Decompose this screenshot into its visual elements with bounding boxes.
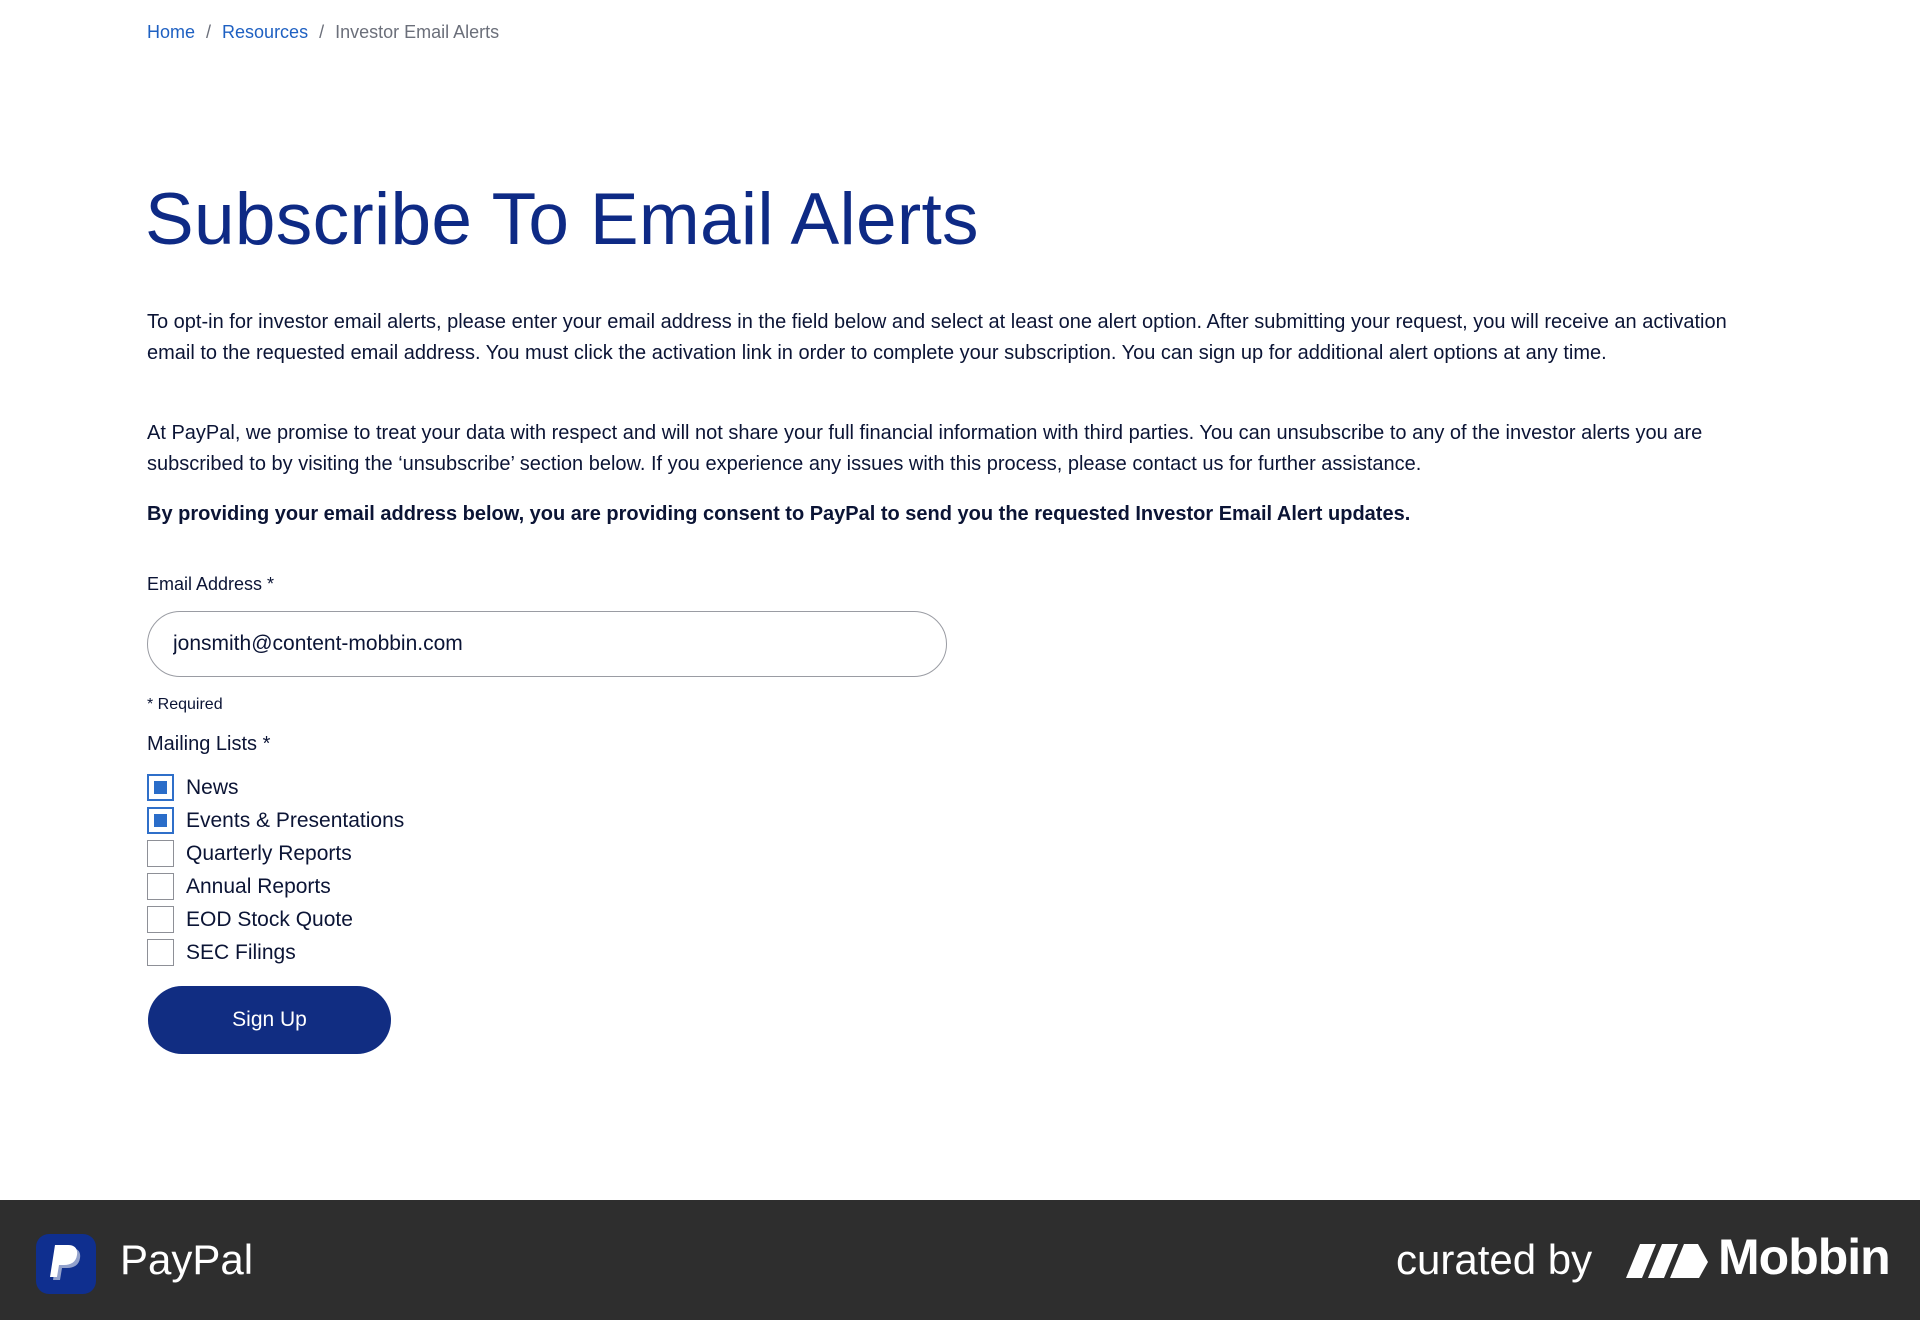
mailing-list-item[interactable]: EOD Stock Quote bbox=[147, 903, 404, 936]
checkbox[interactable] bbox=[147, 873, 174, 900]
breadcrumb-resources-link[interactable]: Resources bbox=[222, 22, 308, 43]
checkbox-check-mark bbox=[154, 814, 167, 827]
privacy-paragraph: At PayPal, we promise to treat your data… bbox=[147, 422, 1703, 475]
checkbox-label: Annual Reports bbox=[186, 874, 331, 898]
page-title: Subscribe To Email Alerts bbox=[145, 179, 979, 260]
sign-up-button[interactable]: Sign Up bbox=[148, 986, 391, 1054]
checkbox-label: EOD Stock Quote bbox=[186, 907, 353, 931]
mailing-lists: News Events & Presentations Quarterly Re… bbox=[147, 771, 404, 969]
checkbox[interactable] bbox=[147, 807, 174, 834]
mailing-list-item[interactable]: Annual Reports bbox=[147, 870, 404, 903]
checkbox-check-mark bbox=[154, 781, 167, 794]
app-name: PayPal bbox=[120, 1236, 254, 1283]
checkbox-label: News bbox=[186, 775, 239, 799]
breadcrumb-home-link[interactable]: Home bbox=[147, 22, 195, 43]
breadcrumb-current: Investor Email Alerts bbox=[335, 22, 500, 42]
checkbox-label: Quarterly Reports bbox=[186, 841, 352, 865]
required-note: * Required bbox=[147, 696, 223, 713]
email-field-label: Email Address * bbox=[147, 574, 275, 594]
paypal-logo-icon bbox=[36, 1234, 96, 1294]
breadcrumb: Home / Resources / Investor Email Alerts bbox=[147, 22, 499, 43]
intro-paragraph: To opt-in for investor email alerts, ple… bbox=[147, 311, 1727, 364]
mailing-list-item[interactable]: Events & Presentations bbox=[147, 804, 404, 837]
mailing-list-item[interactable]: Quarterly Reports bbox=[147, 837, 404, 870]
checkbox[interactable] bbox=[147, 906, 174, 933]
brand-name: Mobbin bbox=[1718, 1229, 1891, 1285]
breadcrumb-separator: / bbox=[319, 22, 325, 42]
checkbox-label: SEC Filings bbox=[186, 940, 296, 964]
curated-by-text: curated by bbox=[1396, 1236, 1593, 1283]
email-field[interactable] bbox=[147, 611, 947, 677]
checkbox[interactable] bbox=[147, 840, 174, 867]
mailing-lists-label: Mailing Lists * bbox=[147, 733, 271, 755]
checkbox[interactable] bbox=[147, 774, 174, 801]
checkbox-label: Events & Presentations bbox=[186, 808, 405, 832]
mailing-list-item[interactable]: SEC Filings bbox=[147, 936, 404, 969]
checkbox[interactable] bbox=[147, 939, 174, 966]
consent-paragraph: By providing your email address below, y… bbox=[147, 503, 1411, 525]
breadcrumb-separator: / bbox=[206, 22, 212, 42]
mobbin-logo-icon bbox=[1626, 1244, 1708, 1278]
mailing-list-item[interactable]: News bbox=[147, 771, 404, 804]
